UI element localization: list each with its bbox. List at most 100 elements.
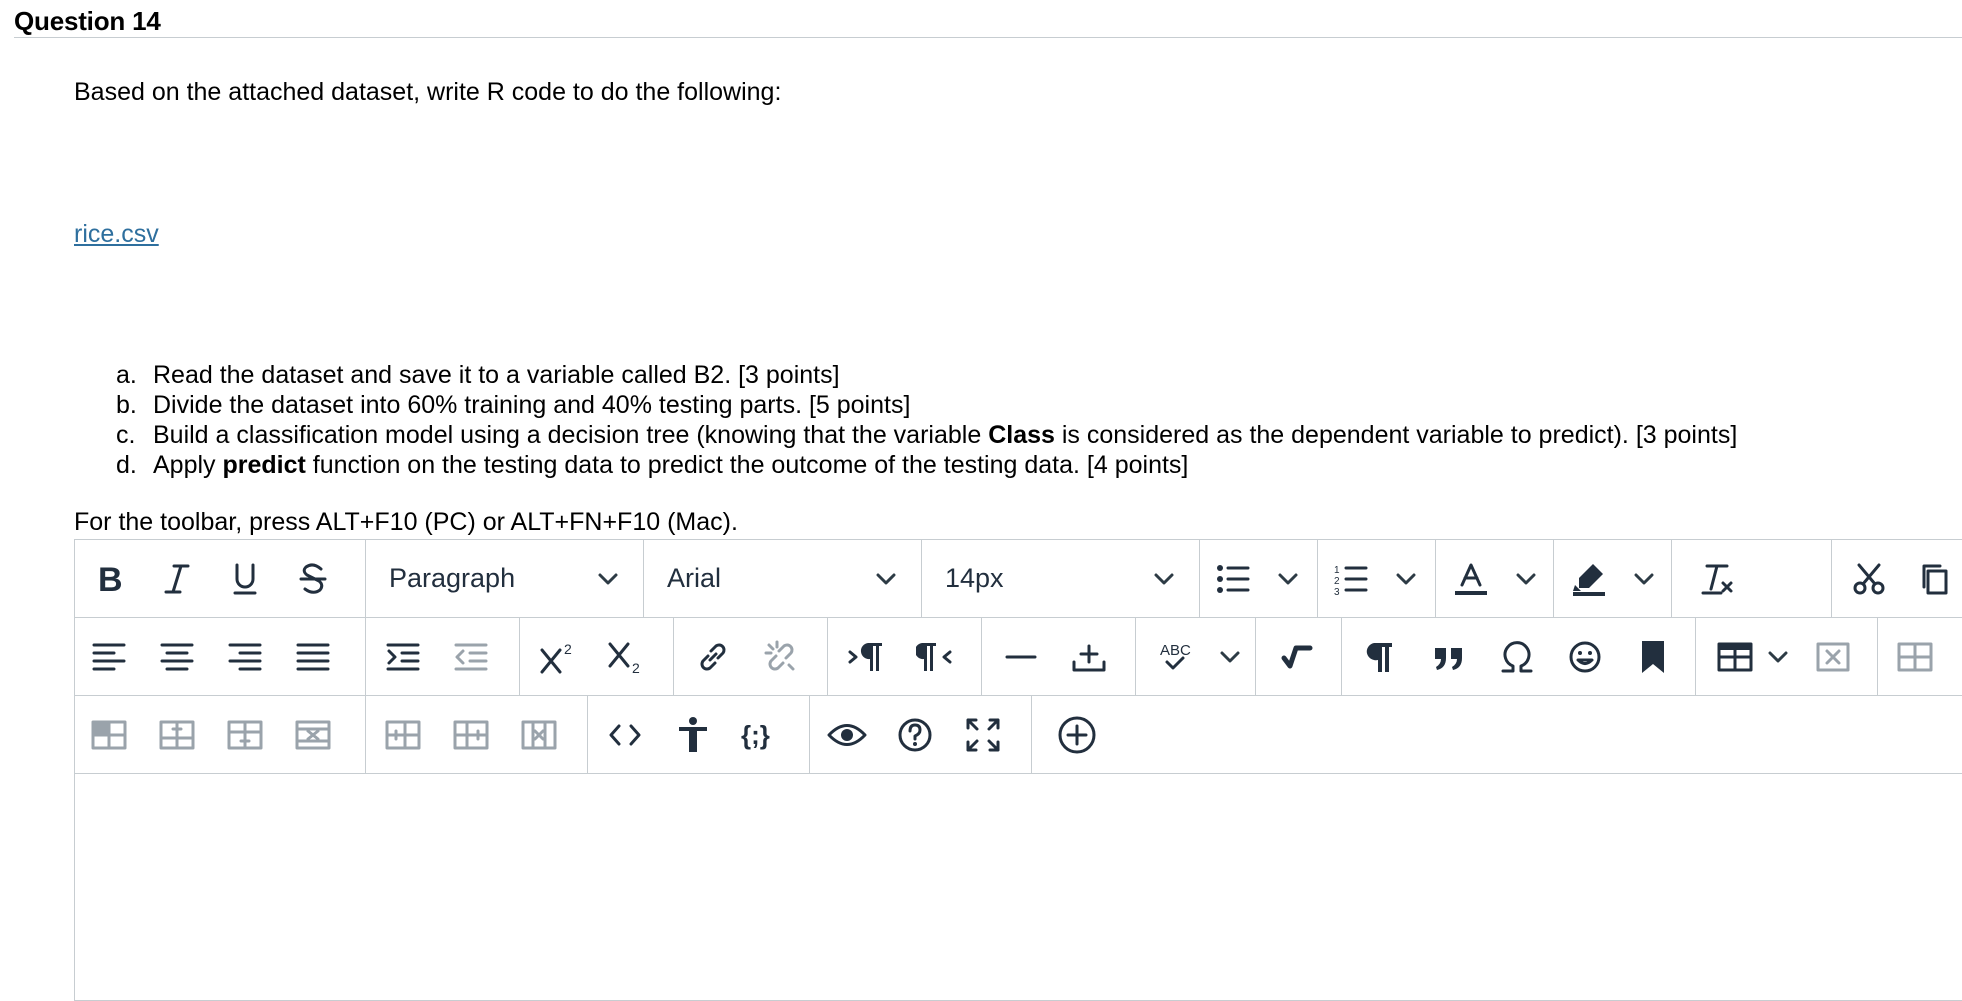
text-color-group xyxy=(1435,540,1554,617)
chevron-down-icon xyxy=(598,573,618,585)
cell-properties-icon[interactable] xyxy=(83,710,135,760)
svg-text:2: 2 xyxy=(1334,576,1340,587)
view-group xyxy=(809,696,1032,773)
underline-button[interactable] xyxy=(219,554,271,604)
fullscreen-icon[interactable] xyxy=(957,710,1009,760)
svg-text:2: 2 xyxy=(632,660,640,674)
svg-text:B: B xyxy=(98,562,123,596)
indent-icon[interactable] xyxy=(377,632,429,682)
chevron-down-icon[interactable] xyxy=(1767,646,1789,668)
chevron-down-icon xyxy=(1154,573,1174,585)
question-intro: Based on the attached dataset, write R c… xyxy=(74,78,782,106)
rtl-icon[interactable] xyxy=(909,632,961,682)
toolbar-row-1: B Paragraph Arial 14px 1 2 3 xyxy=(75,540,1962,618)
spellcheck-group: ABC xyxy=(1135,618,1256,695)
ltr-icon[interactable] xyxy=(841,632,893,682)
table-group xyxy=(1695,618,1878,695)
insert-row-before-icon[interactable] xyxy=(151,710,203,760)
alignment-group xyxy=(75,618,366,695)
omega-icon[interactable] xyxy=(1491,632,1543,682)
bold-button[interactable]: B xyxy=(83,554,135,604)
text-color-icon[interactable] xyxy=(1445,554,1497,604)
math-group xyxy=(1255,618,1342,695)
delete-row-icon[interactable] xyxy=(287,710,339,760)
toolbar-row-2: 2 2 ABC xyxy=(75,618,1962,696)
svg-text:ABC: ABC xyxy=(1160,642,1191,659)
chevron-down-icon[interactable] xyxy=(1277,568,1299,590)
align-center-icon[interactable] xyxy=(151,632,203,682)
question-header: Question 14 xyxy=(14,0,1962,38)
insert-group xyxy=(981,618,1136,695)
font-family-group: Arial xyxy=(643,540,922,617)
square-root-icon[interactable] xyxy=(1271,632,1323,682)
text-style-group: B xyxy=(75,540,366,617)
insert-column-before-icon[interactable] xyxy=(377,710,429,760)
rich-text-editor: B Paragraph Arial 14px 1 2 3 2 2 ABC {;} xyxy=(74,539,1962,1001)
chevron-down-icon[interactable] xyxy=(1219,646,1241,668)
highlight-color-group xyxy=(1553,540,1672,617)
editor-content-area[interactable] xyxy=(75,774,1962,1000)
preview-eye-icon[interactable] xyxy=(821,710,873,760)
insert-column-after-icon[interactable] xyxy=(445,710,497,760)
chevron-down-icon[interactable] xyxy=(1633,568,1655,590)
chevron-down-icon[interactable] xyxy=(1515,568,1537,590)
table-icon[interactable] xyxy=(1709,632,1761,682)
superscript-icon[interactable]: 2 xyxy=(533,632,585,682)
bookmark-icon[interactable] xyxy=(1627,632,1679,682)
chevron-down-icon[interactable] xyxy=(1395,568,1417,590)
table-props-group xyxy=(1877,618,1962,695)
clipboard-group xyxy=(1831,540,1962,617)
question-title: Question 14 xyxy=(14,6,161,36)
step-item: b. Divide the dataset into 60% training a… xyxy=(116,391,911,419)
source-code-icon[interactable] xyxy=(599,710,651,760)
toolbar-hint: For the toolbar, press ALT+F10 (PC) or A… xyxy=(74,508,738,536)
blockquote-icon[interactable] xyxy=(1423,632,1475,682)
attachment-link[interactable]: rice.csv xyxy=(74,220,159,249)
highlighter-icon[interactable] xyxy=(1563,554,1615,604)
question-steps: a. Read the dataset and save it to a vari… xyxy=(116,360,1737,480)
copy-icon[interactable] xyxy=(1909,554,1961,604)
numbered-list-group: 123 xyxy=(1317,540,1436,617)
help-icon[interactable] xyxy=(889,710,941,760)
step-item: a. Read the dataset and save it to a vari… xyxy=(116,361,840,389)
italic-button[interactable] xyxy=(151,554,203,604)
accessibility-icon[interactable] xyxy=(667,710,719,760)
spellcheck-icon[interactable]: ABC xyxy=(1149,632,1201,682)
clear-formatting-icon[interactable] xyxy=(1691,554,1743,604)
numbered-list-icon[interactable]: 123 xyxy=(1325,554,1377,604)
indent-group xyxy=(365,618,520,695)
emoji-icon[interactable] xyxy=(1559,632,1611,682)
link-icon[interactable] xyxy=(687,632,739,682)
cut-icon[interactable] xyxy=(1843,554,1895,604)
svg-text:2: 2 xyxy=(564,641,572,657)
embed-code-icon[interactable]: {;} xyxy=(735,710,787,760)
direction-group xyxy=(827,618,982,695)
upload-icon[interactable] xyxy=(1063,632,1115,682)
svg-text:1: 1 xyxy=(1334,565,1340,576)
delete-column-icon[interactable] xyxy=(513,710,565,760)
horizontal-rule-icon[interactable] xyxy=(995,632,1047,682)
align-right-icon[interactable] xyxy=(219,632,271,682)
align-left-icon[interactable] xyxy=(83,632,135,682)
delete-table-icon[interactable] xyxy=(1807,632,1859,682)
align-justify-icon[interactable] xyxy=(287,632,339,682)
insert-row-after-icon[interactable] xyxy=(219,710,271,760)
more-group xyxy=(1031,696,1117,773)
toolbar-row-3: {;} xyxy=(75,696,1962,774)
strikethrough-button[interactable] xyxy=(287,554,339,604)
more-options-plus-icon[interactable] xyxy=(1051,710,1103,760)
bullet-list-icon[interactable] xyxy=(1207,554,1259,604)
subscript-icon[interactable]: 2 xyxy=(601,632,653,682)
step-item: c. Build a classification model using a d… xyxy=(116,421,1738,449)
table-properties-icon[interactable] xyxy=(1889,632,1941,682)
clear-formatting-group xyxy=(1671,540,1832,617)
unlink-icon[interactable] xyxy=(755,632,807,682)
svg-text:3: 3 xyxy=(1334,587,1340,595)
paragraph-mark-icon[interactable] xyxy=(1355,632,1407,682)
outdent-icon[interactable] xyxy=(445,632,497,682)
table-column-group xyxy=(365,696,588,773)
svg-text:{;}: {;} xyxy=(741,720,770,750)
tools-group: {;} xyxy=(587,696,810,773)
script-group: 2 2 xyxy=(519,618,674,695)
step-item: d. Apply predict function on the testing … xyxy=(116,451,1189,479)
